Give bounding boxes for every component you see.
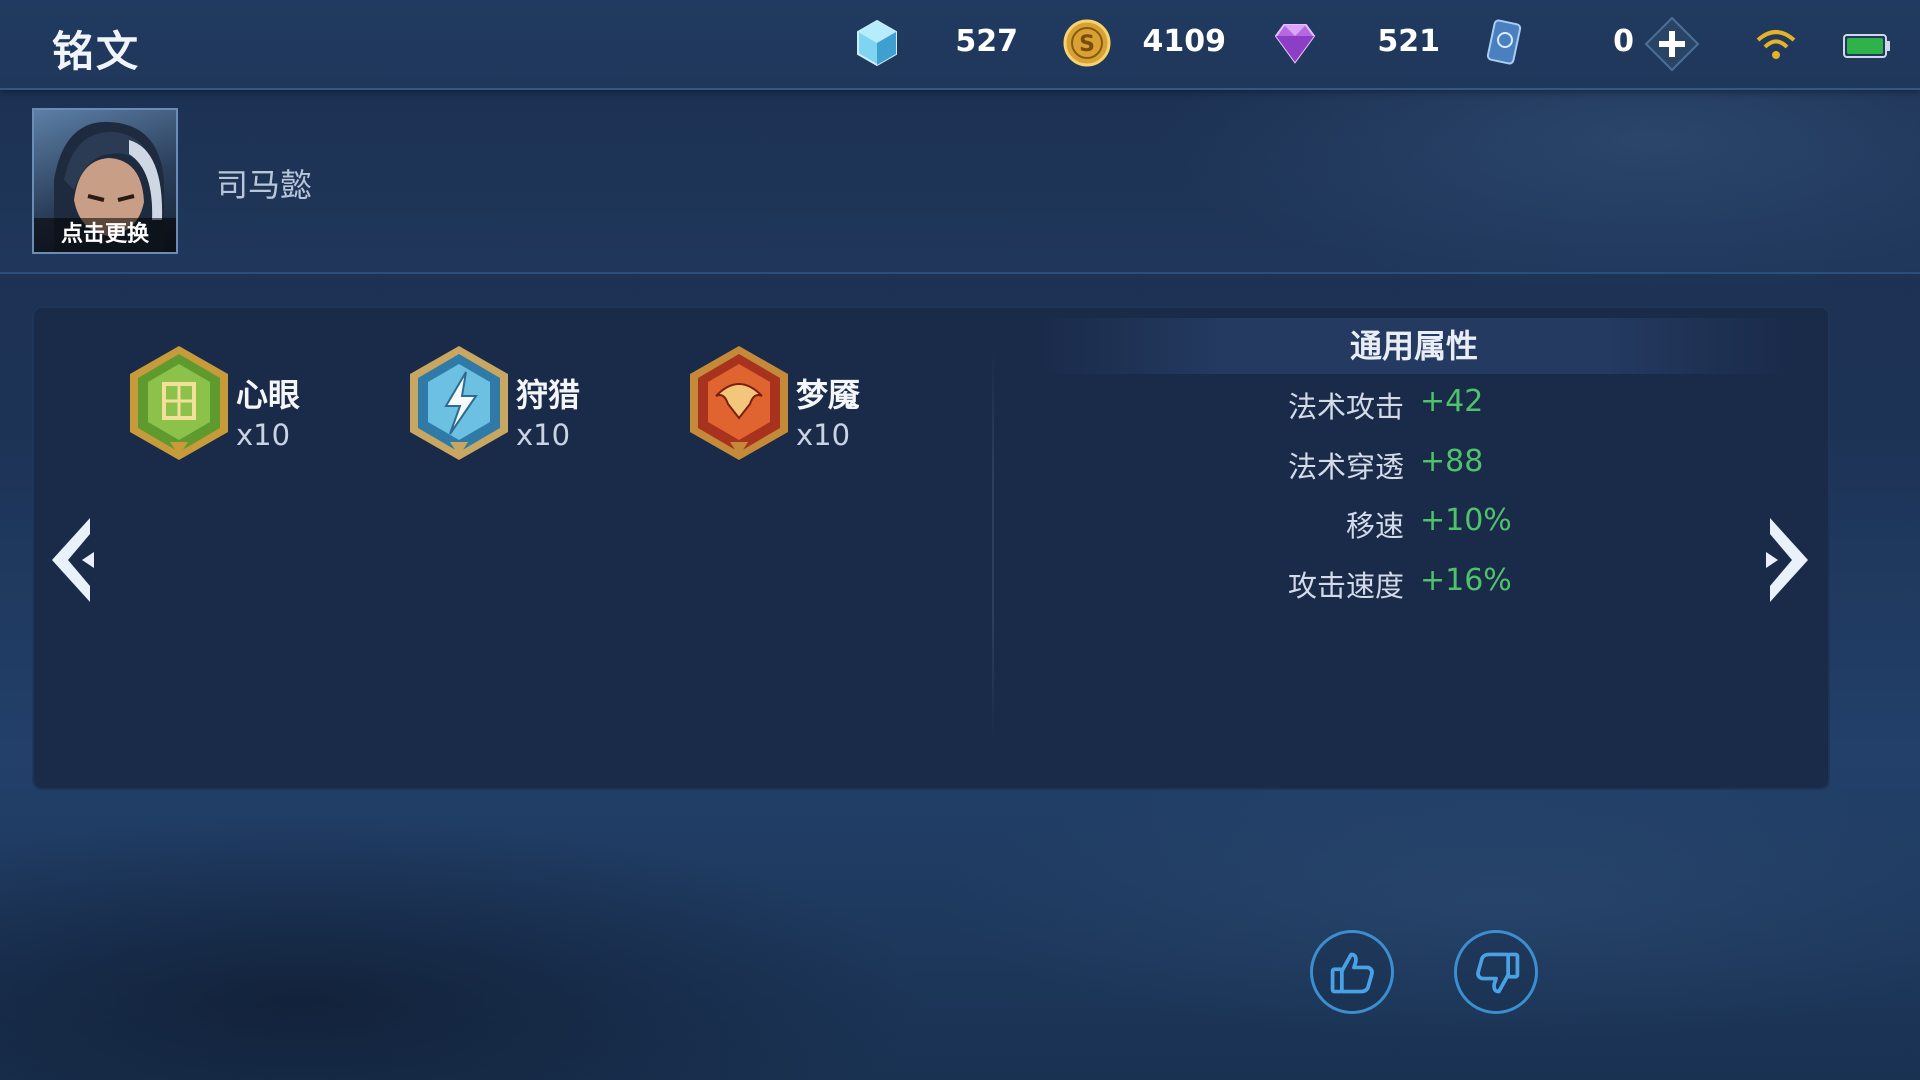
ticket-icon [1486, 19, 1522, 65]
hero-avatar[interactable]: 点击更换 [32, 108, 178, 254]
plus-icon[interactable] [1644, 16, 1700, 72]
top-bar: 铭文 527 S 4109 521 0 [0, 0, 1920, 90]
chevron-right-icon[interactable] [1754, 512, 1818, 608]
rune-item[interactable]: 梦魇 x10 [684, 342, 924, 466]
attribute-value: +42 [1420, 384, 1484, 419]
crystal-icon [857, 19, 897, 67]
rune-count: x10 [236, 418, 291, 452]
hero-name: 司马懿 [216, 166, 313, 204]
svg-text:S: S [1079, 32, 1095, 57]
rune-name: 狩猎 [516, 376, 581, 414]
currency-value: 521 [1377, 24, 1440, 59]
avatar-caption: 点击更换 [34, 218, 176, 252]
attribute-row: 法术攻击 +42 [1100, 384, 1700, 428]
attribute-row: 攻击速度 +16% [1100, 563, 1700, 607]
rune-count: x10 [796, 418, 851, 452]
attribute-row: 法术穿透 +88 [1100, 444, 1700, 488]
rune-name: 心眼 [236, 376, 301, 414]
rune-count: x10 [516, 418, 571, 452]
gold-coin-icon: S [1063, 19, 1111, 67]
chevron-left-icon[interactable] [42, 512, 106, 608]
gem-icon [1274, 24, 1316, 64]
currency-crystal: 527 [852, 18, 1018, 68]
rune-xinyan-icon [130, 346, 228, 460]
attributes-title: 通用属性 [1034, 318, 1794, 374]
currency-gem: 521 [1270, 18, 1440, 68]
attribute-label: 法术攻击 [1287, 390, 1404, 424]
rune-item[interactable]: 狩猎 x10 [404, 342, 644, 466]
attribute-label: 移速 [1345, 509, 1404, 543]
currency-value: 4109 [1142, 24, 1227, 59]
thumbs-up-icon [1330, 952, 1374, 994]
attribute-value: +88 [1420, 444, 1484, 479]
like-button[interactable] [1310, 930, 1394, 1014]
panel-divider [992, 346, 994, 746]
thumbs-down-icon [1476, 952, 1520, 994]
currency-value: 0 [1613, 24, 1634, 59]
attribute-value: +16% [1420, 563, 1512, 598]
attribute-row: 移速 +10% [1100, 503, 1700, 547]
attribute-label: 攻击速度 [1287, 569, 1404, 603]
attribute-value: +10% [1420, 503, 1512, 538]
wifi-icon [1756, 30, 1796, 59]
currency-ticket: 0 [1480, 18, 1634, 68]
battery-icon [1843, 34, 1890, 58]
rune-name: 梦魇 [796, 376, 861, 414]
rune-shoulie-icon [410, 346, 508, 460]
attribute-label: 法术穿透 [1287, 450, 1404, 484]
page-title: 铭文 [52, 27, 141, 76]
rune-item[interactable]: 心眼 x10 [124, 342, 364, 466]
currency-value: 527 [955, 24, 1018, 59]
rune-mengyan-icon [690, 346, 788, 460]
dislike-button[interactable] [1454, 930, 1538, 1014]
currency-gold: S 4109 [1062, 18, 1226, 68]
